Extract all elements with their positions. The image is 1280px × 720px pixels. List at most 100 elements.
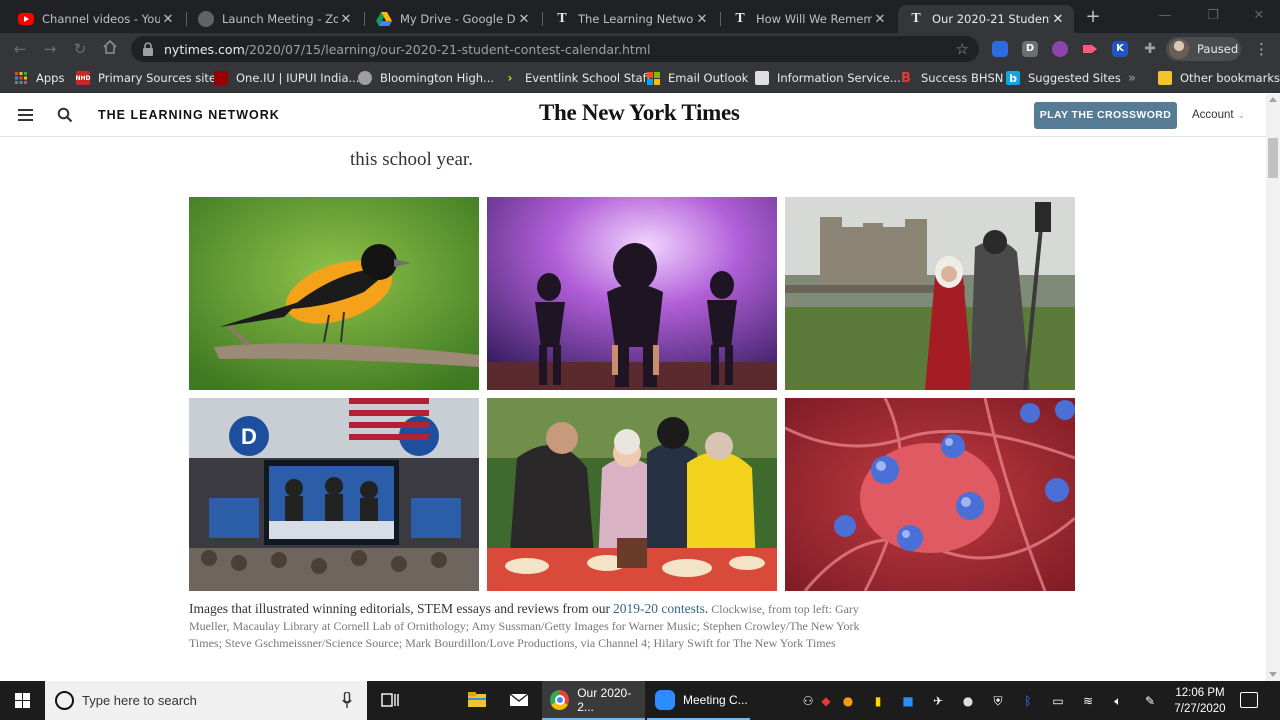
wifi-icon[interactable]: ≋ [1080, 693, 1096, 709]
tab-youtube[interactable]: Channel videos - YouTube ✕ [8, 5, 184, 33]
tray-app-icon[interactable]: ✈ [930, 693, 946, 709]
close-icon[interactable]: ✕ [694, 12, 710, 27]
photo-castle-knights [785, 197, 1075, 390]
bookmark-primary-sources[interactable]: NHD Primary Sources site [75, 71, 216, 85]
bookmark-suggested-sites[interactable]: b Suggested Sites [1006, 71, 1121, 85]
chrome-icon [550, 689, 570, 710]
extension-d-icon[interactable]: D [1022, 41, 1038, 57]
bluetooth-icon[interactable]: ᛒ [1020, 693, 1036, 709]
tab-learning-network[interactable]: T The Learning Network ✕ [544, 5, 718, 33]
article-body: this school year. D Images that illustra… [0, 137, 1266, 681]
caption-text: Images that illustrated winning editoria… [189, 601, 611, 616]
school-icon [358, 71, 372, 85]
file-explorer-icon[interactable] [466, 689, 488, 711]
restore-button[interactable]: ❐ [1190, 4, 1236, 28]
browser-toolbar: ← → ↻ nytimes.com/2020/07/15/learning/ou… [0, 33, 1280, 65]
contests-link[interactable]: 2019-20 contests [613, 601, 705, 616]
volume-icon[interactable]: 🔈︎ [1110, 693, 1126, 709]
tab-google-drive[interactable]: My Drive - Google Drive ✕ [366, 5, 540, 33]
b-icon: B [901, 70, 911, 86]
hamburger-menu-icon[interactable] [18, 109, 33, 121]
tab-zoom-launch[interactable]: Launch Meeting - Zoom ✕ [188, 5, 362, 33]
notification-center-icon[interactable] [1240, 692, 1258, 708]
windows-taskbar: Type here to search Our 2020-2... Meetin… [0, 681, 1280, 720]
bookmark-star-icon[interactable]: ☆ [956, 40, 969, 58]
youtube-icon [18, 13, 34, 25]
tab-label: Channel videos - YouTube [42, 12, 160, 26]
bookmark-information-service[interactable]: Information Service... [755, 71, 901, 85]
battery-icon[interactable]: ▭ [1050, 693, 1066, 709]
close-icon[interactable]: ✕ [872, 12, 888, 27]
bookmark-label: Suggested Sites [1028, 71, 1121, 85]
search-icon[interactable] [57, 107, 73, 123]
menu-kebab-icon[interactable]: ⋮ [1254, 41, 1269, 57]
tab-how-will-we-remember[interactable]: T How Will We Remember ✕ [722, 5, 896, 33]
bookmark-other[interactable]: Other bookmarks [1158, 71, 1280, 85]
close-icon[interactable]: ✕ [160, 12, 176, 27]
bookmark-success-bhsn[interactable]: B Success BHSN [899, 70, 1003, 86]
bookmark-apps[interactable]: Apps [14, 71, 64, 85]
info-service-icon [755, 71, 769, 85]
bookmark-email-outlook[interactable]: Email Outlook [646, 71, 748, 85]
new-tab-button[interactable]: + [1082, 7, 1104, 27]
extensions-puzzle-icon[interactable]: ✚ [1142, 41, 1158, 57]
bookmark-one-iu[interactable]: One.IU | IUPUI India... [214, 71, 359, 85]
address-bar[interactable]: nytimes.com/2020/07/15/learning/our-2020… [131, 36, 979, 62]
tray-orange-icon[interactable]: ● [840, 693, 856, 709]
page-scrollbar[interactable] [1266, 94, 1280, 681]
scroll-down-arrow-icon[interactable] [1269, 672, 1277, 677]
tray-red-icon[interactable]: ◆ [818, 693, 834, 709]
tray-zoom-icon[interactable]: ■ [900, 693, 916, 709]
minimize-button[interactable]: — [1142, 4, 1188, 28]
extension-k-icon[interactable]: K [1112, 41, 1128, 57]
play-crossword-button[interactable]: PLAY THE CROSSWORD [1034, 102, 1177, 129]
microphone-icon[interactable] [342, 692, 352, 709]
reload-button[interactable]: ↻ [70, 39, 90, 59]
bookmark-label: Apps [36, 71, 65, 85]
taskbar-app-zoom[interactable]: Meeting C... [647, 681, 750, 720]
url-text: nytimes.com/2020/07/15/learning/our-2020… [164, 42, 651, 57]
scroll-up-arrow-icon[interactable] [1269, 97, 1277, 102]
photo-dancers-stage [487, 197, 777, 390]
cortana-icon [55, 691, 74, 710]
close-icon[interactable]: ✕ [338, 12, 354, 27]
bing-icon: b [1006, 71, 1020, 85]
photo-debate-party: D [189, 398, 479, 591]
article-paragraph: this school year. [350, 137, 930, 175]
extension-arrow-icon[interactable] [1082, 41, 1098, 57]
apps-grid-icon [14, 71, 28, 85]
chevron-more-icon[interactable]: » [1128, 71, 1136, 86]
scrollbar-thumb[interactable] [1268, 138, 1278, 178]
extension-puzzle-blue-icon[interactable] [992, 41, 1008, 57]
close-window-button[interactable]: ✕ [1236, 4, 1280, 28]
nyt-icon: T [735, 11, 745, 26]
taskbar-app-chrome[interactable]: Our 2020-2... [542, 681, 645, 720]
tray-circle-icon[interactable]: ● [960, 693, 976, 709]
close-icon[interactable]: ✕ [1050, 12, 1066, 27]
search-placeholder: Type here to search [82, 693, 197, 708]
task-view-icon[interactable] [379, 689, 401, 711]
back-button[interactable]: ← [10, 39, 30, 59]
microsoft-icon [646, 71, 660, 85]
taskbar-clock[interactable]: 12:06 PM 7/27/2020 [1168, 685, 1232, 717]
extension-purple-icon[interactable] [1052, 41, 1068, 57]
account-menu[interactable]: Account ⌄ [1192, 109, 1245, 121]
forward-button[interactable]: → [40, 39, 60, 59]
tray-security-icon[interactable]: ⛨ [990, 693, 1006, 709]
home-button[interactable] [100, 39, 120, 59]
nyt-logo[interactable]: The New York Times [539, 100, 740, 126]
section-title[interactable]: THE LEARNING NETWORK [98, 108, 280, 122]
bookmark-bloomington-high[interactable]: Bloomington High... [358, 71, 494, 85]
start-button[interactable] [0, 681, 45, 720]
taskbar-search-box[interactable]: Type here to search [45, 681, 367, 720]
profile-button[interactable]: Paused [1166, 37, 1241, 61]
tab-student-contest-active[interactable]: T Our 2020-21 Student C ✕ [898, 5, 1074, 33]
close-icon[interactable]: ✕ [516, 12, 532, 27]
image-caption: Images that illustrated winning editoria… [189, 600, 869, 652]
nhd-icon: NHD [75, 71, 91, 85]
bookmark-eventlink[interactable]: › Eventlink School Staff [503, 71, 651, 85]
mail-icon[interactable] [508, 689, 530, 711]
tray-shield-icon[interactable]: ▮ [870, 693, 886, 709]
pen-icon[interactable]: ✎ [1142, 693, 1158, 709]
clipped-line [350, 137, 930, 145]
